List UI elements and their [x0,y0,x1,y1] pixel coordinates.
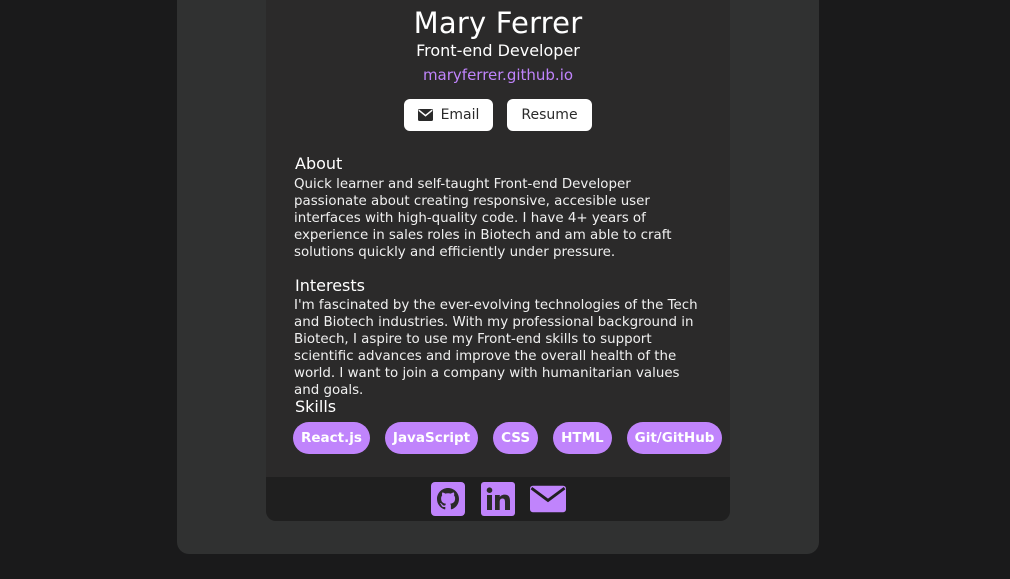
skill-chip: CSS [493,422,539,454]
profile-role: Front-end Developer [416,41,580,60]
interests-text: I'm fascinated by the ever-evolving tech… [294,298,698,398]
linkedin-icon[interactable] [480,481,516,517]
about-heading: About [295,154,343,173]
skill-chip: Git/GitHub [626,422,723,454]
profile-name: Mary Ferrer [413,6,583,40]
resume-button[interactable]: Resume [507,99,592,131]
about-text: Quick learner and self-taught Front-end … [294,177,672,260]
skill-chip: JavaScript [384,422,479,454]
interests-heading: Interests [295,276,365,295]
envelope-icon [417,109,433,121]
social-footer [266,477,730,521]
email-button-label: Email [440,107,480,123]
skills-heading: Skills [295,397,337,416]
email-button[interactable]: Email [404,99,493,131]
website-link[interactable]: maryferrer.github.io [266,66,730,84]
skill-chip: React.js [293,422,370,454]
github-icon[interactable] [430,481,466,517]
skills-list: React.js JavaScript CSS HTML Git/GitHub [293,422,723,454]
envelope-icon[interactable] [530,481,566,517]
profile-card: Mary Ferrer Front-end Developer maryferr… [266,0,730,521]
skill-chip: HTML [553,422,612,454]
resume-button-label: Resume [521,107,578,123]
